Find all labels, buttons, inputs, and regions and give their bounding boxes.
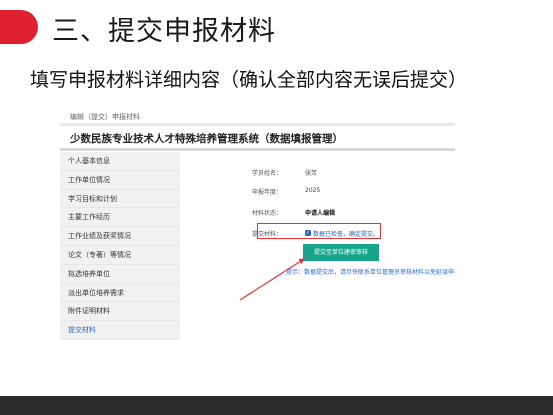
submit-form: 学员姓名： 张芳 申报年度： 2025 材料状态： 申请人编辑 提交材料： ✓ … bbox=[180, 152, 455, 340]
sidebar-item-work-experience[interactable]: 主要工作经历 bbox=[60, 208, 180, 228]
slide-title: 三、提交申报材料 bbox=[52, 16, 276, 47]
header-divider bbox=[60, 123, 455, 126]
sidebar-item-submit[interactable]: 提交材料 bbox=[60, 321, 180, 340]
sidebar-item-achievements[interactable]: 工作业绩及获奖情况 bbox=[60, 227, 180, 246]
year-label: 申报年度： bbox=[251, 189, 282, 196]
name-label: 学员姓名： bbox=[251, 170, 282, 177]
app-screenshot: 编辑（提交）申报材料 少数民族专业技术人才特殊培养管理系统（数据填报管理） 个人… bbox=[60, 108, 455, 340]
status-label: 材料状态： bbox=[251, 210, 282, 217]
title-divider bbox=[60, 148, 455, 151]
sidebar-item-study-plan[interactable]: 学习目标和计划 bbox=[60, 190, 180, 209]
confirm-checkbox[interactable]: ✓ bbox=[305, 230, 311, 236]
footer-bar bbox=[0, 396, 553, 415]
sidebar-item-work-unit[interactable]: 工作单位情况 bbox=[60, 171, 180, 190]
year-value: 2025 bbox=[305, 187, 321, 194]
breadcrumb: 编辑（提交）申报材料 bbox=[70, 113, 140, 121]
sidebar-nav: 个人基本信息 工作单位情况 学习目标和计划 主要工作经历 工作业绩及获奖情况 论… bbox=[60, 152, 180, 340]
sidebar-item-papers[interactable]: 论文（专著）等情况 bbox=[60, 246, 180, 265]
system-title: 少数民族专业技术人才特殊培养管理系统（数据填报管理） bbox=[70, 133, 343, 145]
submit-label: 提交材料： bbox=[251, 231, 282, 238]
confirm-checkbox-label[interactable]: 数据已检查，确定提交。 bbox=[313, 229, 379, 238]
slide-subtitle: 填写申报材料详细内容（确认全部内容无误后提交） bbox=[30, 69, 468, 91]
submit-to-unit-button[interactable]: 提交至单位建审审核 bbox=[303, 244, 379, 261]
name-value: 张芳 bbox=[305, 170, 318, 177]
submit-tip: 提示：数据提交后，请尽快联系单位管理员审核材料以免延误申报。 bbox=[286, 269, 455, 276]
sidebar-item-training-unit[interactable]: 拟选培养单位 bbox=[60, 265, 180, 284]
sidebar-item-basic-info[interactable]: 个人基本信息 bbox=[60, 152, 180, 171]
title-accent-block bbox=[0, 10, 38, 44]
sidebar-item-dispatch-needs[interactable]: 派出单位培养需求 bbox=[60, 284, 180, 303]
status-value: 申请人编辑 bbox=[305, 210, 336, 217]
sidebar-item-attachments[interactable]: 附件证明材料 bbox=[60, 302, 180, 322]
